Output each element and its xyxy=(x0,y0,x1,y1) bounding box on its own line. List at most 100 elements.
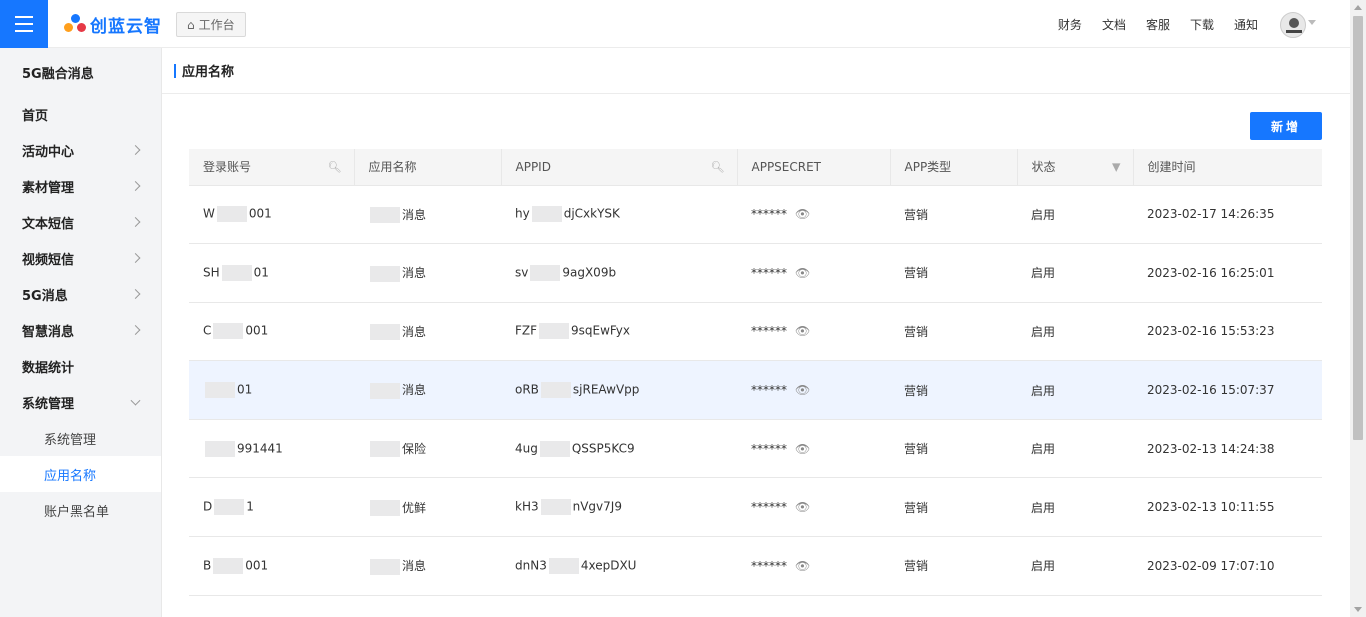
redaction-mask xyxy=(531,206,562,223)
sidebar-item-text-sms[interactable]: 文本短信 xyxy=(0,204,161,240)
redaction-mask xyxy=(214,499,245,516)
nav-link-download[interactable]: 下载 xyxy=(1190,16,1214,33)
redaction-mask xyxy=(540,499,571,516)
cell-appid: hy djCxkYSK xyxy=(501,185,737,245)
sidebar-item-smart-message[interactable]: 智慧消息 xyxy=(0,312,161,348)
cell-created-time: 2023-02-17 14:26:35 xyxy=(1133,185,1322,245)
chevron-right-icon xyxy=(130,181,141,191)
column-header-app-type: APP类型 xyxy=(890,149,1018,186)
chevron-down-icon[interactable] xyxy=(1308,20,1316,25)
scroll-down-icon[interactable] xyxy=(1354,607,1362,612)
cell-account: W 001 xyxy=(189,185,354,245)
logo-mark-icon xyxy=(64,13,86,36)
cell-appid: dnN3 4xepDXU xyxy=(501,536,737,596)
redaction-mask xyxy=(539,323,570,340)
eye-off-icon[interactable]: 👁︎ xyxy=(795,500,810,514)
workbench-label: 工作台 xyxy=(198,18,235,32)
eye-off-icon[interactable]: 👁︎ xyxy=(795,266,810,280)
cell-status: 启用 xyxy=(1017,360,1133,420)
eye-off-icon[interactable]: 👁︎ xyxy=(795,559,810,573)
eye-off-icon[interactable]: 👁︎ xyxy=(795,324,810,338)
cell-app-type: 营销 xyxy=(890,419,1017,479)
eye-off-icon[interactable]: 👁︎ xyxy=(795,383,810,397)
table-row[interactable]: W 001 消息 hy djCxkYSK ****** 👁︎ 营销 启用 2023-02-17 1… xyxy=(189,185,1322,245)
sidebar-item-activity-center[interactable]: 活动中心 xyxy=(0,132,161,168)
column-header-account[interactable]: 登录账号 🔍︎ xyxy=(189,149,355,186)
brand-logo[interactable]: 创蓝云智 xyxy=(64,12,162,37)
sidebar: 5G融合消息 首页 活动中心 素材管理 文本短信 视频短信 5G消息 智慧消息 … xyxy=(0,48,162,617)
table-row[interactable]: SH 01 消息 sv 9agX09b ****** 👁︎ 营销 启用 2023-02-16 16… xyxy=(189,243,1322,303)
cell-created-time: 2023-02-16 15:07:37 xyxy=(1133,360,1322,420)
redaction-mask xyxy=(370,265,400,282)
sidebar-subitem-blacklist[interactable]: 账户黑名单 xyxy=(0,492,161,528)
add-button[interactable]: 新增 xyxy=(1250,112,1322,140)
cell-appsecret: ****** 👁︎ xyxy=(737,243,890,303)
nav-link-support[interactable]: 客服 xyxy=(1146,16,1170,33)
search-icon[interactable]: 🔍︎ xyxy=(328,160,342,173)
menu-toggle-button[interactable] xyxy=(0,0,48,48)
eye-off-icon[interactable]: 👁︎ xyxy=(795,442,810,456)
nav-link-docs[interactable]: 文档 xyxy=(1102,16,1126,33)
workbench-button[interactable]: ⌂ 工作台 xyxy=(176,12,246,37)
table-row[interactable]: B 001 消息 dnN3 4xepDXU ****** 👁︎ 营销 启用 2023-02-09 … xyxy=(189,536,1322,596)
cell-status: 启用 xyxy=(1017,243,1133,303)
eye-off-icon[interactable]: 👁︎ xyxy=(795,207,810,221)
home-icon: ⌂ xyxy=(187,17,195,32)
cell-created-time: 2023-02-09 17:07:10 xyxy=(1133,536,1322,596)
chevron-right-icon xyxy=(130,145,141,155)
cell-created-time: 2023-02-13 14:24:38 xyxy=(1133,419,1322,479)
redaction-mask xyxy=(370,441,400,458)
redaction-mask xyxy=(539,440,570,457)
redaction-mask xyxy=(370,324,400,341)
redaction-mask xyxy=(205,382,235,399)
cell-status: 启用 xyxy=(1017,419,1133,479)
sidebar-item-material[interactable]: 素材管理 xyxy=(0,168,161,204)
table-row[interactable]: 991441 保险 4ug QSSP5KC9 ****** 👁︎ 营销 启用 2023-02-1… xyxy=(189,419,1322,479)
sidebar-item-home[interactable]: 首页 xyxy=(0,96,161,132)
cell-appsecret: ****** 👁︎ xyxy=(737,360,890,420)
redaction-mask xyxy=(370,500,400,517)
chevron-right-icon xyxy=(130,253,141,263)
redaction-mask xyxy=(221,264,252,281)
table-row[interactable]: D 1 优鲜 kH3 nVgv7J9 ****** 👁︎ 营销 启用 2023-02-13 10:… xyxy=(189,477,1322,538)
scroll-up-icon[interactable] xyxy=(1354,5,1362,10)
redaction-mask xyxy=(370,382,400,399)
table-header-row: 登录账号 🔍︎ 应用名称 APPID 🔍︎ APPSECRET APP类型 状态 ▼ … xyxy=(189,149,1322,186)
filter-icon[interactable]: ▼ xyxy=(1112,160,1120,173)
cell-app-name: 消息 xyxy=(354,302,501,362)
cell-account: 991441 xyxy=(189,419,354,479)
nav-link-notifications[interactable]: 通知 xyxy=(1234,16,1258,33)
cell-appid: FZF 9sqEwFyx xyxy=(501,302,737,362)
sidebar-item-system[interactable]: 系统管理 xyxy=(0,384,161,420)
sidebar-subitem-app-name[interactable]: 应用名称 xyxy=(0,456,161,492)
nav-link-finance[interactable]: 财务 xyxy=(1058,16,1082,33)
cell-appsecret: ****** 👁︎ xyxy=(737,419,890,479)
column-header-status[interactable]: 状态 ▼ xyxy=(1017,149,1134,186)
redaction-mask xyxy=(548,557,579,574)
logo-text: 创蓝云智 xyxy=(90,17,162,37)
search-icon[interactable]: 🔍︎ xyxy=(711,160,725,173)
user-avatar[interactable] xyxy=(1280,12,1306,38)
sidebar-title: 5G融合消息 xyxy=(22,66,94,82)
cell-created-time: 2023-02-13 10:11:55 xyxy=(1133,477,1322,538)
table-row[interactable]: C 001 消息 FZF 9sqEwFyx ****** 👁︎ 营销 启用 2023-02-16 … xyxy=(189,302,1322,362)
cell-app-name: 保险 xyxy=(354,419,501,479)
sidebar-subitem-system-management[interactable]: 系统管理 xyxy=(0,420,161,456)
cell-app-name: 优鲜 xyxy=(354,477,501,538)
cell-appid: 4ug QSSP5KC9 xyxy=(501,419,737,479)
cell-account: SH 01 xyxy=(189,243,354,303)
cell-status: 启用 xyxy=(1017,536,1133,596)
sidebar-item-statistics[interactable]: 数据统计 xyxy=(0,348,161,384)
cell-appid: kH3 nVgv7J9 xyxy=(501,477,737,538)
column-header-appsecret: APPSECRET xyxy=(737,149,891,186)
sidebar-item-5g-message[interactable]: 5G消息 xyxy=(0,276,161,312)
redaction-mask xyxy=(540,382,571,399)
cell-account: B 001 xyxy=(189,536,354,596)
page-scrollbar[interactable] xyxy=(1350,0,1366,617)
scrollbar-thumb[interactable] xyxy=(1353,16,1363,440)
menu-icon xyxy=(15,16,33,18)
column-header-appid[interactable]: APPID 🔍︎ xyxy=(501,149,738,186)
table-row[interactable]: 01 消息 oRB sjREAwVpp ****** 👁︎ 营销 启用 2023-02-16 1… xyxy=(189,360,1322,420)
sidebar-item-video-sms[interactable]: 视频短信 xyxy=(0,240,161,276)
top-header: 创蓝云智 ⌂ 工作台 财务 文档 客服 下载 通知 xyxy=(0,0,1350,48)
